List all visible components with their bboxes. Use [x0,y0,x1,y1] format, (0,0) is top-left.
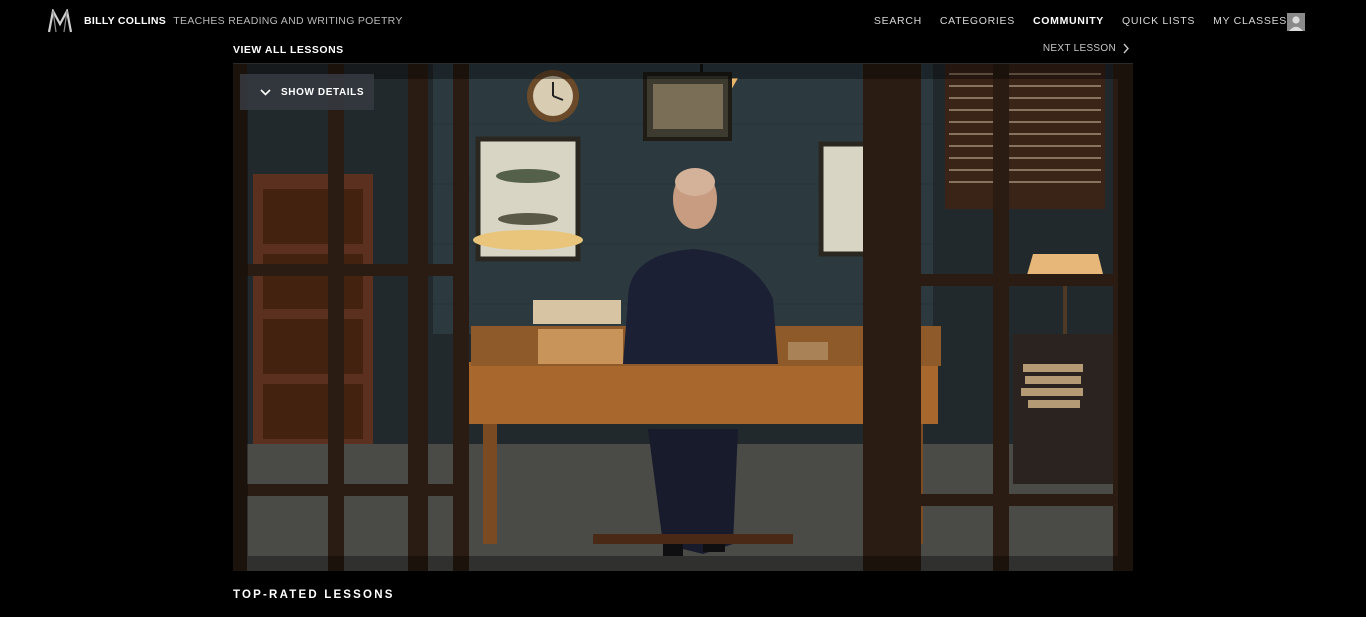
view-all-lessons-link[interactable]: VIEW ALL LESSONS [233,44,344,56]
video-frame-image [233,64,1133,571]
nav-quick-lists[interactable]: QUICK LISTS [1122,15,1195,27]
next-lesson-link[interactable]: NEXT LESSON [1043,43,1129,54]
main-menu: SEARCH CATEGORIES COMMUNITY QUICK LISTS … [856,15,1287,27]
top-navigation: BILLY COLLINS TEACHES READING AND WRITIN… [0,0,1366,42]
class-title[interactable]: BILLY COLLINS TEACHES READING AND WRITIN… [84,15,403,27]
class-tagline: TEACHES READING AND WRITING POETRY [173,15,403,27]
show-details-label: SHOW DETAILS [281,86,365,98]
top-rated-lessons-heading: TOP-RATED LESSONS [233,589,395,601]
chevron-down-icon [260,88,271,96]
nav-my-classes[interactable]: MY CLASSES [1213,15,1287,27]
nav-community[interactable]: COMMUNITY [1033,15,1104,27]
user-icon [1289,16,1303,31]
instructor-name: BILLY COLLINS [84,15,167,27]
masterclass-logo-icon[interactable] [47,9,73,33]
lesson-bar: VIEW ALL LESSONS NEXT LESSON [233,42,1133,64]
next-lesson-label: NEXT LESSON [1042,43,1116,54]
nav-categories[interactable]: CATEGORIES [940,15,1015,27]
user-avatar[interactable] [1287,13,1305,31]
nav-search[interactable]: SEARCH [874,15,922,27]
video-player[interactable]: SHOW DETAILS [233,64,1133,571]
chevron-right-icon [1123,43,1129,54]
show-details-button[interactable]: SHOW DETAILS [240,74,374,110]
